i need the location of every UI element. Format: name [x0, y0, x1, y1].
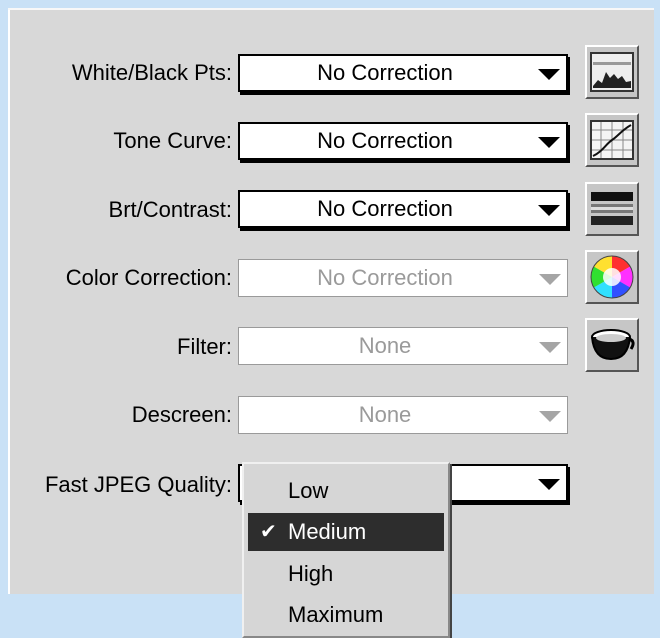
menu-item-medium-label: Medium [288, 519, 367, 544]
brightness-contrast-label: Brt/Contrast: [108, 197, 232, 222]
jpeg-quality-dropdown-menu: Low ✔ Medium High Maximum [242, 462, 450, 638]
descreen-value: None [358, 402, 412, 427]
menu-item-high[interactable]: High [248, 555, 444, 593]
chevron-down-icon [539, 411, 561, 422]
histogram-button[interactable] [585, 45, 639, 99]
menu-item-medium[interactable]: ✔ Medium [248, 513, 444, 551]
brightness-contrast-icon [591, 192, 633, 225]
menu-item-maximum[interactable]: Maximum [248, 596, 444, 634]
chevron-down-icon [539, 342, 561, 353]
color-wheel-icon [590, 255, 634, 299]
label-column: White/Black Pts: Tone Curve: Brt/Contras… [0, 0, 232, 638]
checkmark-icon: ✔ [260, 521, 277, 543]
menu-item-high-label: High [288, 561, 334, 586]
color-correction-button[interactable] [585, 250, 639, 304]
chevron-down-icon [538, 69, 560, 80]
menu-item-low[interactable]: Low [248, 472, 444, 510]
tone-curve-select[interactable]: No Correction [238, 122, 568, 160]
menu-item-maximum-label: Maximum [288, 602, 384, 627]
brightness-contrast-button[interactable] [585, 182, 639, 236]
descreen-label: Descreen: [131, 402, 232, 427]
filter-cup-icon [591, 329, 635, 361]
tone-curve-label: Tone Curve: [113, 128, 232, 153]
filter-select: None [238, 327, 568, 365]
chevron-down-icon [539, 274, 561, 285]
menu-item-low-label: Low [288, 478, 329, 503]
brightness-contrast-value: No Correction [317, 196, 453, 221]
white-black-points-label: White/Black Pts: [71, 60, 232, 85]
chevron-down-icon [538, 137, 560, 148]
filter-button[interactable] [585, 318, 639, 372]
histogram-icon [590, 52, 634, 92]
brightness-contrast-select[interactable]: No Correction [238, 190, 568, 228]
filter-value: None [358, 333, 412, 358]
descreen-select: None [238, 396, 568, 434]
chevron-down-icon [538, 479, 560, 490]
color-correction-select: No Correction [238, 259, 568, 297]
fast-jpeg-quality-label: Fast JPEG Quality: [44, 472, 232, 497]
white-black-points-value: No Correction [317, 60, 453, 85]
tone-curve-icon [590, 120, 634, 160]
color-correction-value: No Correction [317, 265, 453, 290]
tone-curve-button[interactable] [585, 113, 639, 167]
color-correction-label: Color Correction: [65, 265, 232, 290]
tone-curve-value: No Correction [317, 128, 453, 153]
chevron-down-icon [538, 205, 560, 216]
filter-label: Filter: [177, 334, 232, 359]
white-black-points-select[interactable]: No Correction [238, 54, 568, 92]
